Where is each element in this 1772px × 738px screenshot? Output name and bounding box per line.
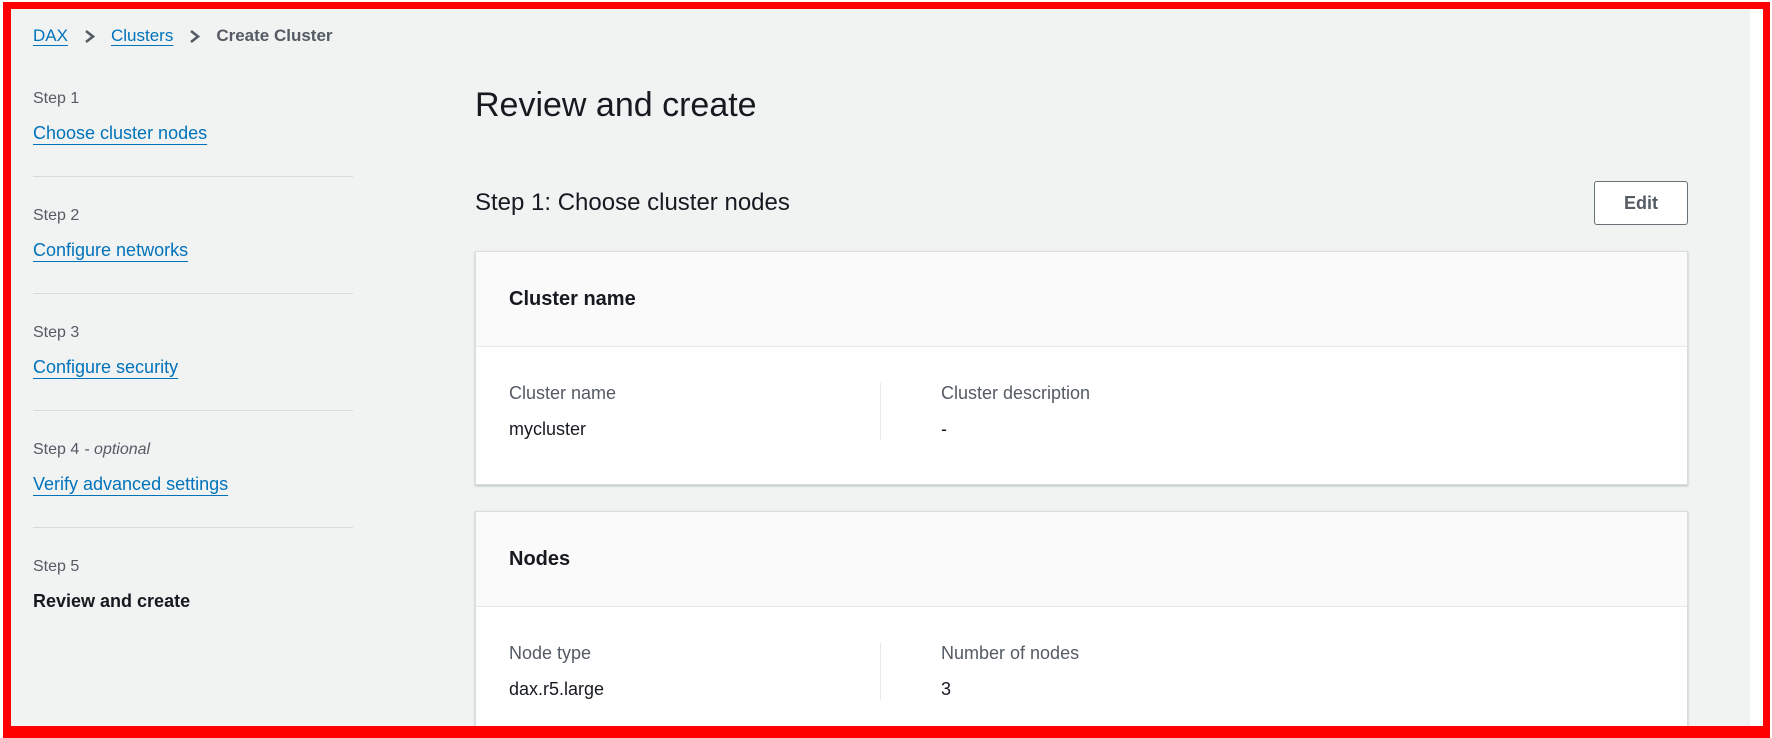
field-node-type: Node type dax.r5.large: [476, 643, 881, 700]
edit-button[interactable]: Edit: [1594, 181, 1688, 225]
field-number-of-nodes: Number of nodes 3: [881, 643, 1687, 700]
step-group-1: Step 1 Choose cluster nodes: [33, 47, 353, 177]
cluster-name-card: Cluster name Cluster name mycluster Clus…: [475, 251, 1688, 485]
breadcrumb-chevron-icon: [83, 29, 96, 44]
nodes-card: Nodes Node type dax.r5.large Number of n…: [475, 511, 1688, 731]
cluster-name-card-title: Cluster name: [509, 288, 636, 310]
step-number-label: Step 2: [33, 207, 80, 224]
step-number-label: Step 3: [33, 324, 80, 341]
wizard-steps-nav: Step 1 Choose cluster nodes Step 2 Confi…: [33, 47, 353, 644]
breadcrumb-chevron-icon: [188, 29, 201, 44]
breadcrumb: DAX Clusters Create Cluster: [11, 9, 1750, 47]
sidebar-item-review-and-create-current: Review and create: [33, 591, 191, 611]
nodes-card-header: Nodes: [476, 512, 1687, 607]
step1-section-heading: Step 1: Choose cluster nodes: [475, 189, 790, 216]
optional-label: - optional: [84, 441, 151, 458]
step-number-label: Step 1: [33, 90, 80, 107]
cluster-name-card-header: Cluster name: [476, 252, 1687, 347]
sidebar-item-configure-security[interactable]: Configure security: [33, 356, 178, 378]
step-group-5: Step 5 Review and create: [33, 528, 353, 644]
info-alert-partial: [509, 730, 1654, 731]
field-value: dax.r5.large: [509, 679, 605, 699]
field-value: 3: [941, 679, 952, 699]
field-value: -: [941, 419, 947, 439]
field-label: Cluster description: [941, 383, 1091, 403]
breadcrumb-current-page: Create Cluster: [216, 26, 333, 45]
field-cluster-name: Cluster name mycluster: [476, 383, 881, 440]
console-page: DAX Clusters Create Cluster Step 1 Choos…: [11, 9, 1750, 731]
nodes-card-title: Nodes: [509, 548, 571, 570]
field-label: Cluster name: [509, 383, 617, 403]
field-label: Node type: [509, 643, 592, 663]
step1-section-header: Step 1: Choose cluster nodes Edit: [475, 179, 1688, 227]
field-label: Number of nodes: [941, 643, 1080, 663]
step-number-label: Step 5: [33, 558, 80, 575]
page-title: Review and create: [475, 86, 757, 124]
step-group-4: Step 4- optional Verify advanced setting…: [33, 411, 353, 528]
field-value: mycluster: [509, 419, 587, 439]
field-cluster-description: Cluster description -: [881, 383, 1687, 440]
main-content: Review and create Step 1: Choose cluster…: [475, 47, 1688, 731]
breadcrumb-link-dax[interactable]: DAX: [33, 25, 68, 47]
sidebar-item-verify-advanced-settings[interactable]: Verify advanced settings: [33, 473, 228, 495]
step-number-label: Step 4- optional: [33, 441, 151, 458]
sidebar-item-configure-networks[interactable]: Configure networks: [33, 239, 188, 261]
breadcrumb-link-clusters[interactable]: Clusters: [111, 25, 173, 47]
step-group-2: Step 2 Configure networks: [33, 177, 353, 294]
step-group-3: Step 3 Configure security: [33, 294, 353, 411]
sidebar-item-choose-cluster-nodes[interactable]: Choose cluster nodes: [33, 122, 207, 144]
